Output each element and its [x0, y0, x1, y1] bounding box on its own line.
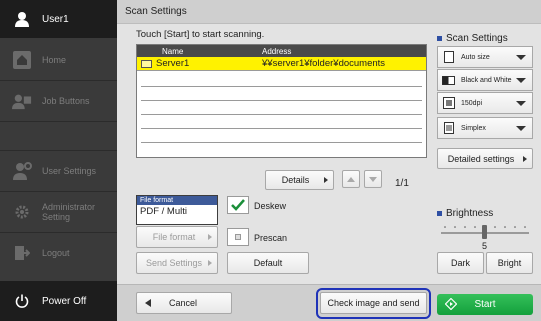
- user-icon: [12, 9, 32, 29]
- main-panel: Scan Settings Touch [Start] to start sca…: [117, 0, 541, 321]
- dropdown-arrow-icon: [516, 126, 526, 131]
- brightness-heading: Brightness: [437, 208, 493, 219]
- dropdown-arrow-icon: [516, 101, 526, 106]
- user-indicator: User1: [0, 0, 117, 38]
- file-format-display: File format PDF / Multi: [136, 195, 218, 225]
- cancel-button[interactable]: Cancel: [136, 292, 232, 314]
- bullet-icon: [437, 36, 442, 41]
- table-row[interactable]: [141, 87, 422, 101]
- deskew-checkbox[interactable]: [227, 196, 249, 214]
- sidebar-item-label: Logout: [42, 248, 70, 258]
- paper-size-dropdown[interactable]: Auto size: [437, 46, 533, 68]
- job-buttons-icon: [12, 91, 32, 111]
- destination-list: Name Address Server1 ¥¥server1¥folder¥do…: [136, 44, 427, 158]
- admin-gear-icon: [12, 202, 32, 222]
- logout-icon: [12, 243, 32, 263]
- power-off-button[interactable]: Power Off: [0, 281, 117, 321]
- table-row[interactable]: [141, 101, 422, 115]
- resolution-icon: [442, 97, 455, 110]
- table-row[interactable]: [141, 73, 422, 87]
- folder-icon: [141, 59, 152, 68]
- brightness-slider[interactable]: [437, 222, 533, 242]
- file-format-button[interactable]: File format: [136, 226, 218, 248]
- sidebar-item-logout[interactable]: Logout: [0, 233, 117, 273]
- simplex-icon: [442, 122, 455, 135]
- check-image-and-send-button[interactable]: Check image and send: [320, 292, 427, 314]
- page-up-button[interactable]: [342, 170, 360, 188]
- prescan-label: Prescan: [254, 233, 288, 243]
- sidebar-item-home[interactable]: Home: [0, 40, 117, 80]
- detailed-settings-button[interactable]: Detailed settings: [437, 148, 533, 169]
- resolution-dropdown[interactable]: 150dpi: [437, 92, 533, 114]
- sidebar-item-label: Administrator Setting: [42, 202, 96, 222]
- start-diamond-icon: [445, 298, 457, 310]
- sidebar-item-label: Job Buttons: [42, 96, 90, 106]
- page-down-button[interactable]: [364, 170, 382, 188]
- scan-settings-heading: Scan Settings: [437, 33, 508, 44]
- color-mode-dropdown[interactable]: Black and White: [437, 69, 533, 91]
- paper-size-icon: [442, 51, 455, 64]
- send-settings-button[interactable]: Send Settings: [136, 252, 218, 274]
- file-format-title: File format: [137, 196, 217, 205]
- sidebar-item-label: Home: [42, 55, 67, 65]
- brightness-value: 5: [482, 241, 488, 251]
- sidebar-item-label: User Settings: [42, 166, 97, 176]
- default-button[interactable]: Default: [227, 252, 309, 274]
- instruction-text: Touch [Start] to start scanning.: [136, 29, 265, 40]
- column-address: Address: [262, 46, 292, 56]
- triangle-up-icon: [347, 176, 355, 182]
- bright-button[interactable]: Bright: [486, 252, 533, 274]
- dropdown-arrow-icon: [516, 55, 526, 60]
- home-icon: [12, 50, 32, 70]
- back-arrow-icon: [145, 299, 151, 307]
- power-icon: [12, 291, 32, 311]
- unchecked-box-icon: [235, 234, 241, 240]
- dropdown-arrow-icon: [516, 78, 526, 83]
- user-name: User1: [42, 13, 69, 25]
- table-row[interactable]: [141, 143, 422, 157]
- bullet-icon: [437, 211, 442, 216]
- simplex-dropdown[interactable]: Simplex: [437, 117, 533, 139]
- column-name: Name: [162, 46, 184, 56]
- details-button[interactable]: Details: [265, 170, 334, 190]
- table-header: Name Address: [137, 45, 426, 57]
- sidebar-item-user-settings[interactable]: User Settings: [0, 151, 117, 191]
- file-format-value: PDF / Multi: [140, 206, 187, 217]
- start-button[interactable]: Start: [437, 294, 533, 315]
- power-off-label: Power Off: [42, 295, 87, 307]
- triangle-down-icon: [369, 176, 377, 182]
- prescan-checkbox[interactable]: [227, 228, 249, 246]
- page-title: Scan Settings: [117, 0, 541, 24]
- sidebar-item-job-buttons[interactable]: Job Buttons: [0, 81, 117, 121]
- color-mode-icon: [442, 74, 455, 87]
- table-row[interactable]: [141, 129, 422, 143]
- row-address: ¥¥server1¥folder¥documents: [262, 58, 386, 69]
- page-indicator: 1/1: [395, 178, 409, 189]
- user-settings-icon: [12, 161, 32, 181]
- checkmark-icon: [231, 199, 245, 211]
- table-row[interactable]: [141, 115, 422, 129]
- sidebar-item-administrator-setting[interactable]: Administrator Setting: [0, 192, 117, 232]
- sidebar: User1 Home Job Buttons User Settings Adm…: [0, 0, 117, 321]
- deskew-label: Deskew: [254, 201, 287, 211]
- dark-button[interactable]: Dark: [437, 252, 484, 274]
- row-name: Server1: [156, 58, 190, 69]
- table-row[interactable]: Server1 ¥¥server1¥folder¥documents: [137, 57, 426, 71]
